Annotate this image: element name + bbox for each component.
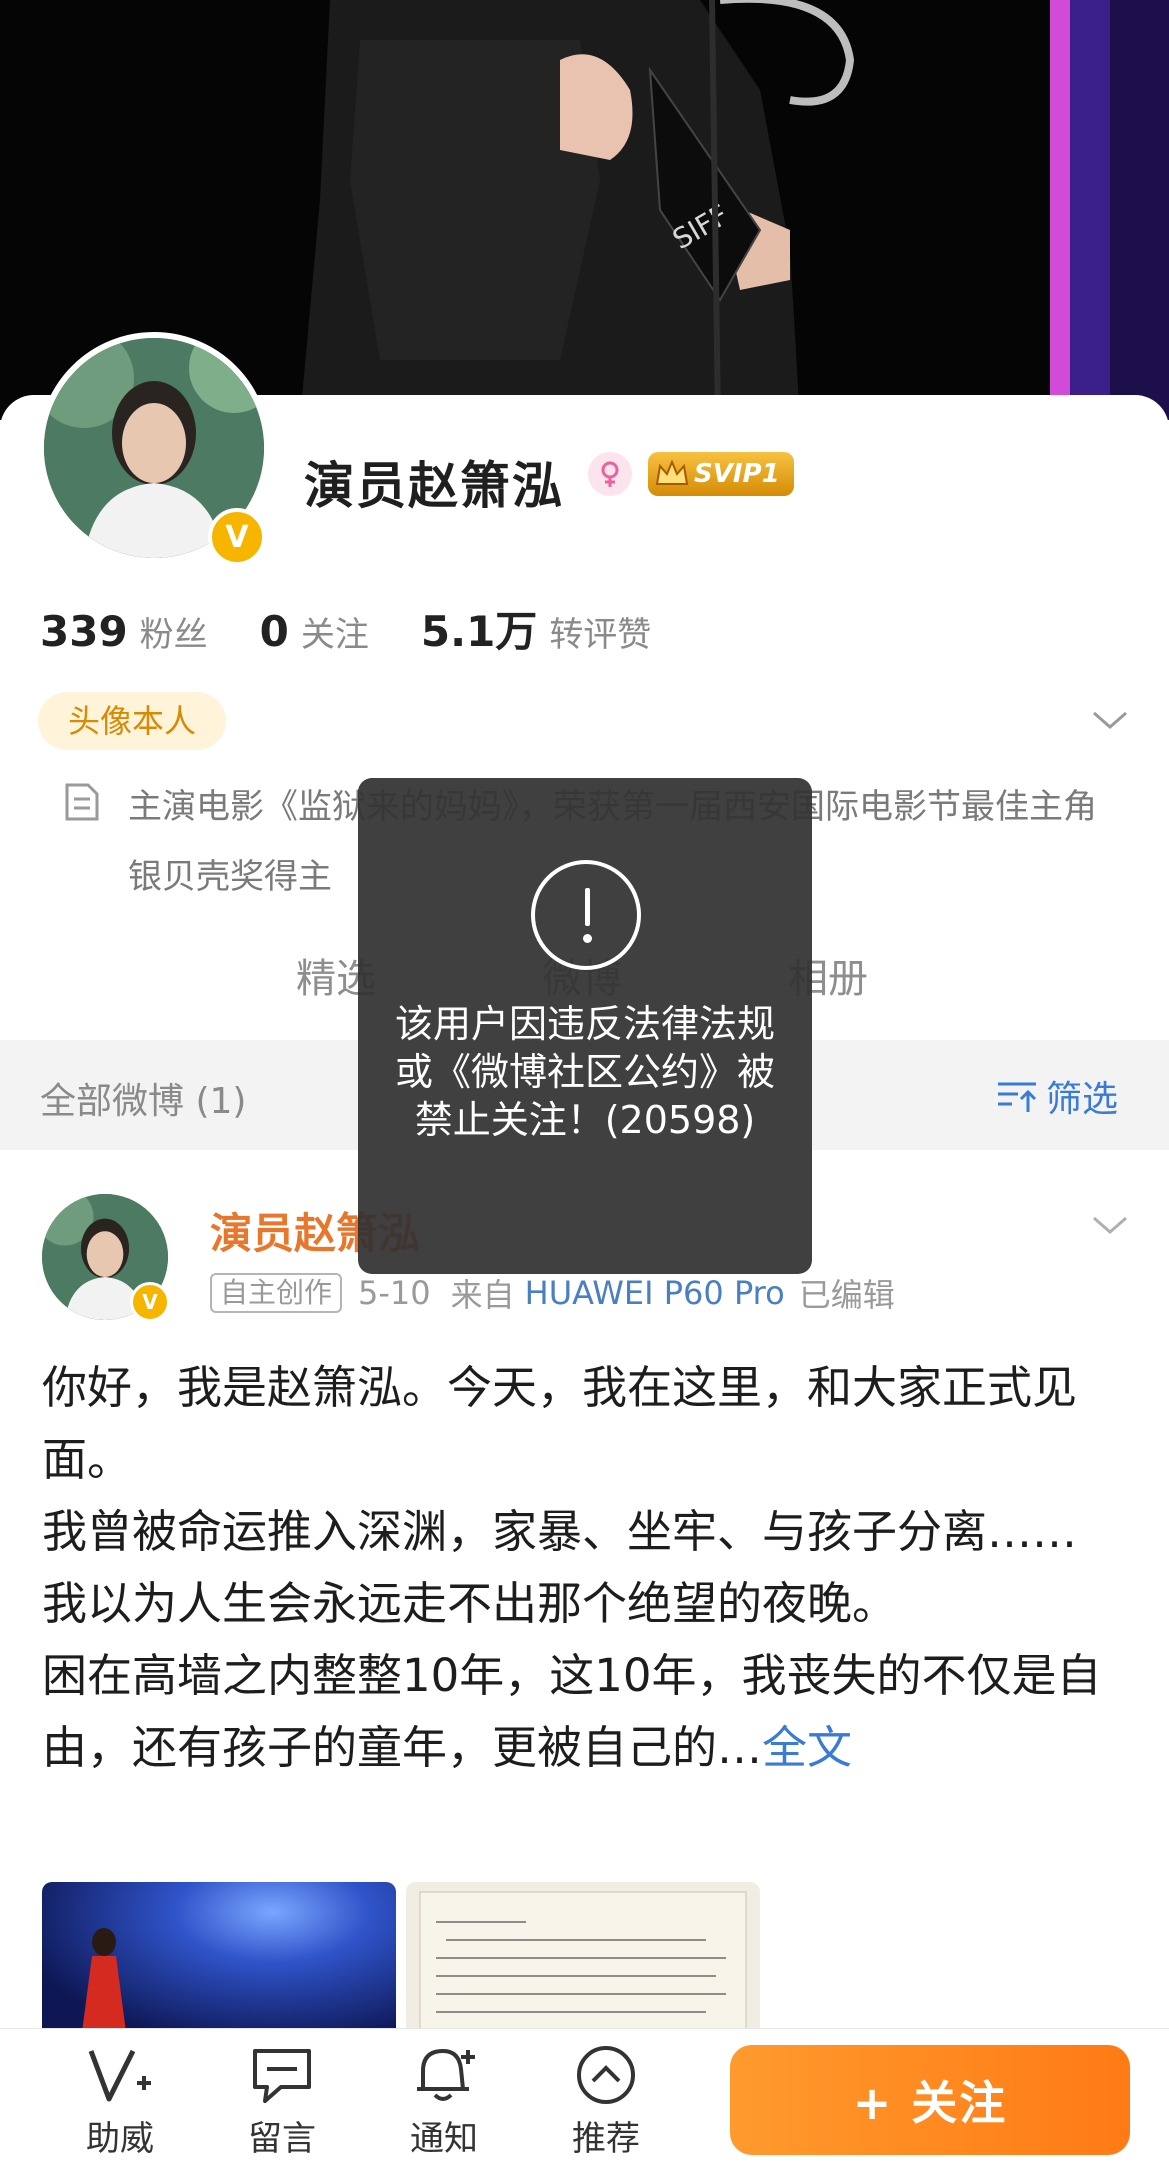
followers-count[interactable]: 339: [40, 607, 128, 656]
filter-icon: [998, 1082, 1037, 1112]
post-source-prefix: 来自: [450, 1276, 515, 1314]
recommend-label: 推荐: [572, 2119, 640, 2159]
interactions-count: 5.1万: [420, 607, 538, 656]
following-label[interactable]: 关注: [301, 607, 369, 656]
exclamation-icon: [531, 860, 641, 970]
followers-label[interactable]: 粉丝: [140, 607, 208, 656]
bottom-action-bar: 助威 留言 通知 推荐 + 关注: [0, 2028, 1169, 2169]
post-date: 5-10: [358, 1274, 431, 1312]
filter-label: 筛选: [1046, 1079, 1119, 1120]
cheer-label: 助威: [86, 2119, 154, 2159]
crown-icon: [655, 459, 689, 485]
post-image-letter[interactable]: [406, 1882, 760, 2032]
notify-button[interactable]: 通知: [384, 2043, 504, 2160]
post-paragraph: 困在高墙之内整整10年，这10年，我丧失的不仅是自由，还有孩子的童年，更被自己的…: [42, 1640, 1132, 1784]
bell-plus-icon: [417, 2049, 475, 2101]
verified-badge: V: [208, 508, 266, 566]
post-paragraph: 我曾被命运推入深渊，家暴、坐牢、与孩子分离…… 我以为人生会永远走不出那个绝望的…: [42, 1505, 1078, 1630]
filter-button[interactable]: 筛选: [996, 1070, 1118, 1122]
follow-button[interactable]: + 关注: [730, 2045, 1130, 2155]
svip-label: SVIP1: [694, 459, 780, 489]
post-text[interactable]: 你好，我是赵箫泓。今天，我在这里，和大家正式见面。 我曾被命运推入深渊，家暴、坐…: [42, 1352, 1132, 1784]
message-bubble-icon: [253, 2049, 311, 2103]
post-image-stage[interactable]: [42, 1882, 396, 2032]
chevron-up-circle-icon: [577, 2046, 635, 2104]
post-device[interactable]: HUAWEI P60 Pro: [525, 1274, 785, 1312]
interactions-label: 转评赞: [549, 615, 652, 655]
notify-label: 通知: [410, 2119, 478, 2159]
profile-stats: 339 粉丝 0 关注 5.1万 转评赞: [40, 598, 703, 659]
post-meta: 自主创作 5-10 来自 HUAWEI P60 Pro 已编辑: [210, 1270, 895, 1316]
original-content-badge: 自主创作: [210, 1273, 343, 1313]
document-icon: [65, 783, 99, 821]
all-posts-count: 全部微博 (1): [40, 1081, 247, 1122]
cheer-button[interactable]: 助威: [60, 2043, 180, 2160]
female-icon: [588, 452, 632, 496]
post-verified-badge: V: [130, 1282, 170, 1322]
post-edited[interactable]: 已编辑: [799, 1270, 895, 1316]
profile-nickname: 演员赵箫泓: [304, 457, 564, 515]
cheer-v-plus-icon: [88, 2049, 151, 2102]
error-toast: 该用户因违反法律法规或《微博社区公约》被禁止关注！(20598): [358, 778, 812, 1274]
full-text-link[interactable]: 全文: [762, 1721, 852, 1774]
svip-badge[interactable]: SVIP1: [648, 452, 794, 496]
post-menu-chevron-icon[interactable]: [1090, 1210, 1130, 1240]
following-count[interactable]: 0: [260, 607, 289, 656]
recommend-button[interactable]: 推荐: [546, 2043, 666, 2160]
chevron-down-icon[interactable]: [1090, 705, 1130, 735]
message-button[interactable]: 留言: [222, 2043, 342, 2160]
post-paragraph: 你好，我是赵箫泓。今天，我在这里，和大家正式见面。: [42, 1361, 1078, 1486]
toast-message: 该用户因违反法律法规或《微博社区公约》被禁止关注！(20598): [394, 1002, 775, 1142]
avatar-tag[interactable]: 头像本人: [38, 692, 227, 750]
message-label: 留言: [248, 2119, 316, 2159]
post-paragraph-text: 困在高墙之内整整10年，这10年，我丧失的不仅是自由，还有孩子的童年，更被自己的…: [42, 1649, 1102, 1774]
